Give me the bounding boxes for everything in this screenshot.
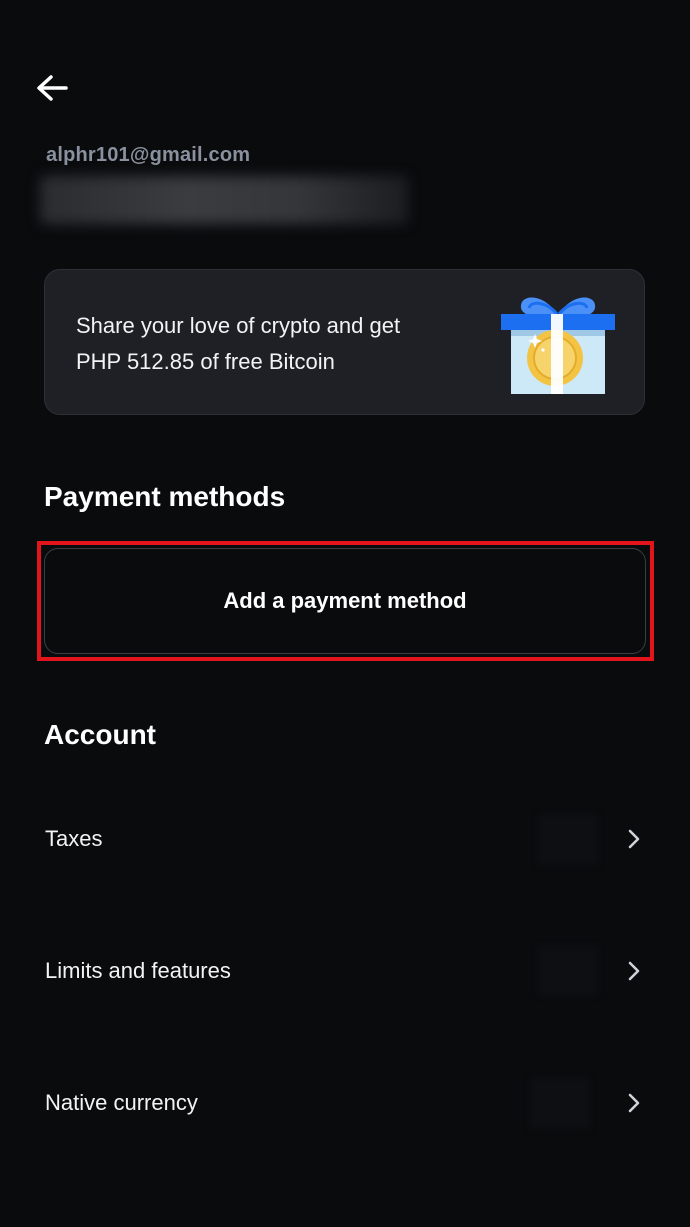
payment-methods-title: Payment methods <box>44 481 286 512</box>
promo-text-line1: Share your love of crypto and get <box>76 313 401 338</box>
back-button[interactable] <box>30 66 74 110</box>
account-item-taxes[interactable]: Taxes <box>0 803 690 875</box>
promo-text-line2: PHP 512.85 of free Bitcoin <box>76 349 335 374</box>
chevron-right-icon <box>628 961 640 981</box>
account-title: Account <box>44 719 156 750</box>
referral-promo-card[interactable]: Share your love of crypto and get PHP 51… <box>44 269 645 415</box>
account-email: alphr101@gmail.com <box>46 144 251 166</box>
arrow-left-icon <box>37 75 68 101</box>
add-payment-method-button[interactable]: Add a payment method <box>44 548 646 654</box>
chevron-right-icon <box>628 1093 640 1113</box>
account-item-limits-and-features[interactable]: Limits and features <box>0 935 690 1007</box>
account-item-label: Taxes <box>45 826 103 851</box>
blurred-account-name <box>40 176 408 224</box>
row-placeholder <box>538 814 598 864</box>
gift-box-bitcoin-icon <box>501 297 615 394</box>
settings-screen: alphr101@gmail.com Share your love of cr… <box>0 0 690 1227</box>
chevron-right-icon <box>628 829 640 849</box>
account-item-label: Limits and features <box>45 958 231 983</box>
row-placeholder <box>538 946 598 996</box>
account-item-label: Native currency <box>45 1090 198 1115</box>
promo-text: Share your love of crypto and get PHP 51… <box>76 308 476 380</box>
row-placeholder <box>530 1078 590 1128</box>
account-item-native-currency[interactable]: Native currency <box>0 1067 690 1139</box>
